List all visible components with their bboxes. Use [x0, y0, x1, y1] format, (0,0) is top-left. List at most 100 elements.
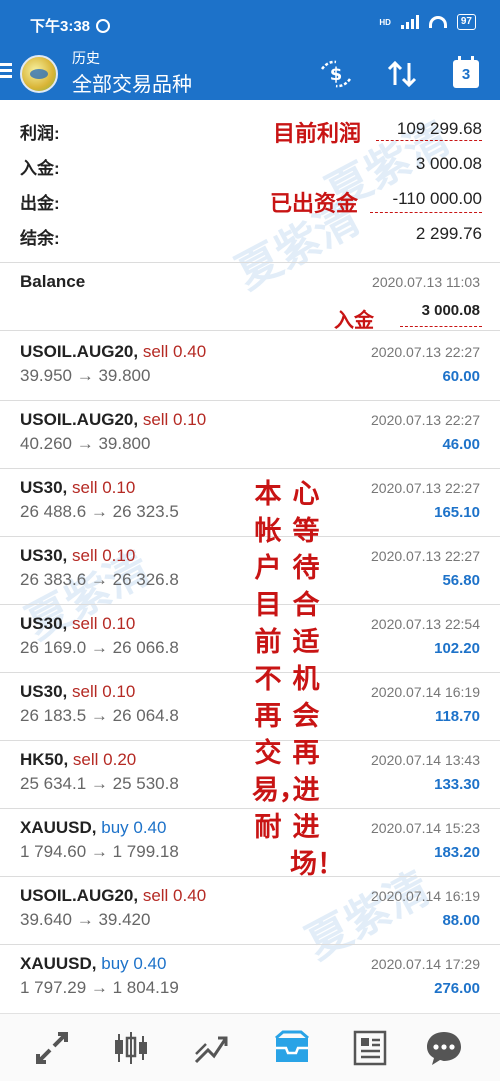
deal-row[interactable]: XAUUSD, buy 0.40 1 797.29 → 1 804.19 202… — [0, 946, 500, 1013]
summary-label: 出金: — [20, 194, 60, 213]
deal-row[interactable]: USOIL.AUG20, sell 0.40 39.640 → 39.420 2… — [0, 878, 500, 945]
summary-section: 利润: 109 299.68 入金: 3 000.08 出金: -110 000… — [0, 100, 500, 262]
deal-side: sell 0.10 — [71, 614, 136, 633]
money-exchange-icon: $ — [321, 60, 351, 88]
deal-side: sell 0.40 — [142, 342, 207, 361]
deposit-withdraw-button[interactable]: $ — [316, 56, 356, 92]
wifi-icon — [428, 16, 447, 28]
deal-symbol: US30, sell 0.10 — [20, 614, 136, 633]
news-icon — [353, 1030, 387, 1066]
status-time: 下午3:38 — [30, 15, 111, 36]
signal-icon — [400, 15, 419, 29]
app-logo-icon — [20, 55, 58, 93]
deal-profit: 56.80 — [442, 572, 480, 589]
balance-amount: 3 000.08 — [421, 302, 480, 319]
deal-symbol: US30, sell 0.10 — [20, 546, 136, 565]
deal-profit: 60.00 — [442, 368, 480, 385]
nav-history[interactable] — [272, 1028, 312, 1068]
deal-date: 2020.07.13 22:54 — [371, 616, 480, 632]
battery-level: 97 — [460, 16, 472, 27]
history-icon — [275, 1030, 309, 1062]
deal-row[interactable]: US30, sell 0.10 26 183.5 → 26 064.8 2020… — [0, 674, 500, 741]
balance-row[interactable]: Balance 2020.07.13 11:03 3 000.08 — [0, 264, 500, 330]
deal-row[interactable]: USOIL.AUG20, sell 0.40 39.950 → 39.800 2… — [0, 334, 500, 401]
deal-date: 2020.07.13 22:27 — [371, 412, 480, 428]
deal-row[interactable]: US30, sell 0.10 26 169.0 → 26 066.8 2020… — [0, 606, 500, 673]
deal-side: buy 0.40 — [101, 818, 167, 837]
deal-row[interactable]: XAUUSD, buy 0.40 1 794.60 → 1 799.18 202… — [0, 810, 500, 877]
divider — [0, 672, 500, 673]
summary-balance-row: 结余: 2 299.76 — [20, 219, 482, 249]
deal-side: sell 0.10 — [71, 478, 136, 497]
balance-date: 2020.07.13 11:03 — [372, 274, 480, 290]
nav-chart[interactable] — [111, 1028, 151, 1068]
bottom-navigation — [0, 1013, 500, 1081]
divider — [0, 740, 500, 741]
deal-prices: 39.950 → 39.800 — [20, 366, 151, 385]
summary-value: 109 299.68 — [396, 119, 482, 138]
deal-row[interactable]: US30, sell 0.10 26 488.6 → 26 323.5 2020… — [0, 470, 500, 537]
hd-signal-label: HD — [379, 17, 391, 27]
divider — [0, 944, 500, 945]
deal-symbol: USOIL.AUG20, sell 0.40 — [20, 886, 207, 905]
deal-date: 2020.07.13 22:27 — [371, 344, 480, 360]
summary-label: 入金: — [20, 159, 60, 178]
deal-prices: 26 183.5 → 26 064.8 — [20, 706, 179, 725]
divider — [0, 604, 500, 605]
quotes-icon — [36, 1032, 68, 1064]
nav-news[interactable] — [350, 1028, 390, 1068]
deal-side: sell 0.20 — [72, 750, 137, 769]
deal-date: 2020.07.14 16:19 — [371, 684, 480, 700]
deal-date: 2020.07.14 13:43 — [371, 752, 480, 768]
annotation-underline — [400, 326, 482, 327]
deal-row[interactable]: USOIL.AUG20, sell 0.10 40.260 → 39.800 2… — [0, 402, 500, 469]
calendar-day: 3 — [461, 66, 471, 83]
toolbar-subtitle: 历史 — [72, 50, 100, 66]
deal-date: 2020.07.14 16:19 — [371, 888, 480, 904]
deal-date: 2020.07.14 15:23 — [371, 820, 480, 836]
deal-prices: 25 634.1 → 25 530.8 — [20, 774, 179, 793]
deal-side: sell 0.40 — [142, 886, 207, 905]
annotation-note-right: 心等待合适机会再进进场！ — [290, 479, 344, 880]
summary-label: 利润: — [20, 124, 60, 143]
deal-side: sell 0.10 — [71, 682, 136, 701]
sort-icon — [387, 60, 417, 88]
deal-symbol: USOIL.AUG20, sell 0.40 — [20, 342, 207, 361]
svg-text:$: $ — [330, 64, 343, 85]
divider — [0, 330, 500, 331]
annotation-withdrawn: 已出资金 — [270, 191, 359, 217]
deal-date: 2020.07.13 22:27 — [371, 480, 480, 496]
divider — [0, 808, 500, 809]
deal-row[interactable]: HK50, sell 0.20 25 634.1 → 25 530.8 2020… — [0, 742, 500, 809]
annotation-underline — [370, 212, 482, 213]
calendar-button[interactable]: 3 — [446, 56, 486, 92]
deal-row[interactable]: US30, sell 0.10 26 383.6 → 26 326.8 2020… — [0, 538, 500, 605]
chart-icon — [115, 1032, 147, 1064]
summary-value: 3 000.08 — [415, 154, 482, 173]
summary-value: 2 299.76 — [415, 224, 482, 243]
deal-side: sell 0.10 — [71, 546, 136, 565]
deal-symbol: XAUUSD, buy 0.40 — [20, 954, 167, 973]
deal-profit: 46.00 — [442, 436, 480, 453]
deal-symbol: HK50, sell 0.20 — [20, 750, 137, 769]
deal-profit: 118.70 — [434, 708, 480, 725]
status-bar: 下午3:38 HD 97 — [0, 0, 500, 48]
annotation-underline — [376, 140, 482, 141]
summary-deposit-row: 入金: 3 000.08 — [20, 149, 482, 179]
messages-icon — [427, 1032, 461, 1065]
menu-icon[interactable] — [0, 60, 14, 84]
summary-withdrawal-row: 出金: -110 000.00 — [20, 184, 482, 214]
toolbar-title[interactable]: 全部交易品种 — [72, 68, 192, 97]
nav-quotes[interactable] — [32, 1028, 72, 1068]
deal-prices: 26 383.6 → 26 326.8 — [20, 570, 179, 589]
annotation-deposit: 入金 — [334, 308, 374, 332]
divider — [0, 468, 500, 469]
annotation-note-left: 本帐户目前不再交易，耐 — [252, 479, 306, 843]
deal-side: buy 0.40 — [101, 954, 167, 973]
nav-trade[interactable] — [192, 1028, 232, 1068]
nav-messages[interactable] — [424, 1028, 464, 1068]
annotation-current-profit: 目前利润 — [273, 121, 362, 147]
divider — [0, 536, 500, 537]
sort-button[interactable] — [382, 56, 422, 92]
deal-profit: 183.20 — [434, 844, 480, 861]
